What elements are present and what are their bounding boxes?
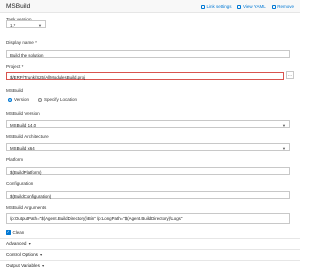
project-label: Project * [6, 64, 24, 69]
clean-label: Clean [12, 230, 25, 235]
section-control-options-label: Control Options [6, 252, 38, 257]
titlebar: MSBuild Link settings View YAML Remove [0, 0, 300, 13]
msbuild-arguments-label: MSBuild Arguments [6, 205, 47, 210]
radio-version-label: Version [14, 97, 30, 102]
chevron-down-icon: ▼ [41, 263, 45, 268]
radio-specify-location-label: Specify Location [44, 97, 78, 102]
clean-checkbox[interactable]: ✓ Clean [6, 230, 24, 235]
link-settings-label: Link settings [206, 4, 232, 9]
section-output-variables[interactable]: Output Variables ▼ [6, 263, 45, 268]
chevron-down-icon: ▼ [27, 241, 32, 246]
link-settings-button[interactable]: Link settings [200, 4, 232, 9]
view-yaml-label: View YAML [242, 4, 266, 9]
divider [0, 249, 300, 250]
link-icon [200, 4, 205, 9]
configuration-label: Configuration [6, 181, 34, 186]
clipboard-icon [237, 4, 242, 9]
remove-button[interactable]: Remove [271, 4, 294, 9]
radio-specify-location[interactable]: Specify Location [38, 97, 77, 102]
chevron-down-icon: ▼ [39, 252, 43, 257]
radio-unselected-icon [38, 97, 42, 102]
chevron-down-icon: ▼ [282, 122, 286, 128]
project-input[interactable]: $/ERP/Trunk/S25/AllModulesBuild.proj [6, 72, 284, 80]
radio-selected-icon [8, 97, 12, 102]
platform-input[interactable]: $(BuildPlatform) [6, 167, 290, 175]
page-title: MSBuild [6, 3, 31, 10]
display-name-label: Display name * [6, 40, 37, 45]
task-version-select[interactable]: 1.* ▼ [6, 20, 46, 28]
platform-label: Platform [6, 157, 24, 162]
msbuild-architecture-select[interactable]: MSBuild x64 ▼ [6, 143, 290, 151]
remove-label: Remove [277, 4, 294, 9]
chevron-down-icon: ▼ [38, 22, 42, 28]
section-advanced[interactable]: Advanced ▼ [6, 241, 31, 246]
msbuild-architecture-value: MSBuild x64 [10, 145, 35, 151]
divider [0, 238, 300, 239]
view-yaml-button[interactable]: View YAML [237, 4, 266, 9]
browse-button[interactable]: ... [286, 71, 294, 79]
display-name-input[interactable]: Build the solution [6, 50, 290, 58]
chevron-down-icon: ▼ [282, 145, 286, 151]
msbuild-version-value: MSBuild 14.0 [10, 122, 37, 128]
configuration-input[interactable]: $(BuildConfiguration) [6, 191, 290, 199]
msbuild-architecture-label: MSBuild Architecture [6, 134, 49, 139]
msbuild-version-label: MSBuild Version [6, 111, 40, 116]
msbuild-version-select[interactable]: MSBuild 14.0 ▼ [6, 120, 290, 128]
divider [0, 260, 300, 261]
radio-version[interactable]: Version [8, 97, 29, 102]
msbuild-arguments-input[interactable]: /p:OutputPath="$(Agent.BuildDirectory)\B… [6, 213, 290, 224]
section-control-options[interactable]: Control Options ▼ [6, 252, 43, 257]
header-actions: Link settings View YAML Remove [200, 4, 294, 9]
msbuild-label: MSBuild [6, 88, 24, 93]
checkmark-icon: ✓ [6, 230, 11, 235]
trash-icon [271, 4, 276, 9]
section-output-variables-label: Output Variables [6, 263, 40, 268]
task-version-value: 1.* [10, 22, 16, 28]
section-advanced-label: Advanced [6, 241, 27, 246]
